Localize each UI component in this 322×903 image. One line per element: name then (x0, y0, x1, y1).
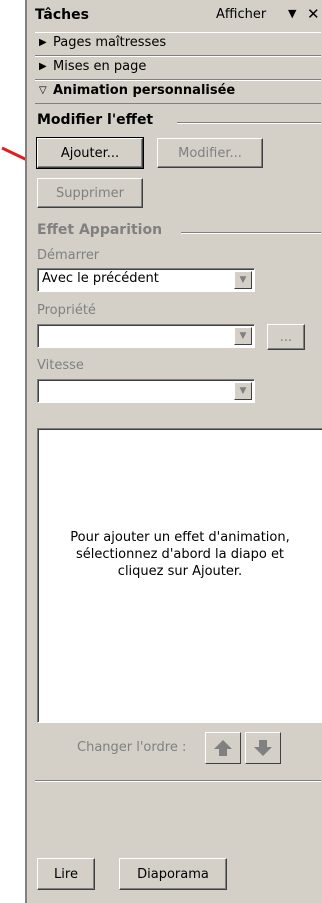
start-select-value: Avec le précédent (42, 271, 159, 286)
group-divider (177, 122, 321, 124)
move-down-button[interactable] (245, 732, 281, 764)
section-label: Pages maîtresses (53, 35, 167, 50)
chevron-down-icon[interactable]: ▼ (234, 327, 252, 345)
task-pane-header: Tâches Afficher ▼ ✕ (31, 4, 321, 28)
triangle-down-icon: ▽ (39, 85, 47, 96)
add-effect-button[interactable]: Ajouter... (36, 137, 144, 169)
arrow-down-icon (254, 740, 272, 756)
delete-effect-button[interactable]: Supprimer (37, 178, 143, 208)
section-label: Animation personnalisée (53, 83, 236, 98)
start-label: Démarrer (37, 248, 100, 263)
triangle-right-icon: ▶ (39, 37, 47, 48)
property-label: Propriété (37, 303, 96, 318)
task-pane: Tâches Afficher ▼ ✕ ▶ Pages maîtresses ▶… (25, 0, 322, 903)
property-select[interactable]: ▼ (37, 324, 255, 348)
speed-label: Vitesse (37, 358, 84, 373)
speed-select[interactable]: ▼ (37, 379, 255, 403)
arrow-up-icon (214, 740, 232, 756)
triangle-right-icon: ▶ (39, 61, 47, 72)
property-more-button[interactable]: ... (267, 324, 305, 350)
animation-list[interactable]: Pour ajouter un effet d'animation, sélec… (37, 428, 322, 723)
change-order-label: Changer l'ordre : (77, 740, 187, 755)
modify-effect-button[interactable]: Modifier... (157, 138, 263, 168)
view-menu-button[interactable]: Afficher (216, 7, 266, 22)
footer-divider (35, 780, 321, 782)
task-pane-title: Tâches (35, 7, 89, 23)
chevron-down-icon[interactable]: ▼ (234, 271, 252, 289)
chevron-down-icon[interactable]: ▼ (288, 7, 296, 20)
chevron-down-icon[interactable]: ▼ (234, 382, 252, 400)
move-up-button[interactable] (205, 732, 241, 764)
section-label: Mises en page (53, 59, 147, 74)
section-pages-maitresses[interactable]: ▶ Pages maîtresses (35, 32, 321, 56)
modify-effect-group-title: Modifier l'effet (37, 112, 154, 128)
section-mises-en-page[interactable]: ▶ Mises en page (35, 56, 321, 80)
start-select[interactable]: Avec le précédent ▼ (37, 268, 255, 292)
empty-list-message: Pour ajouter un effet d'animation, sélec… (70, 530, 290, 579)
play-button[interactable]: Lire (37, 858, 95, 890)
close-icon[interactable]: ✕ (307, 5, 320, 23)
group-divider (181, 232, 321, 234)
effect-group-title: Effet Apparition (37, 222, 163, 238)
section-animation-personnalisee[interactable]: ▽ Animation personnalisée (35, 80, 321, 104)
slideshow-button[interactable]: Diaporama (119, 858, 227, 890)
custom-animation-panel: Modifier l'effet Ajouter... Modifier... … (35, 108, 322, 890)
